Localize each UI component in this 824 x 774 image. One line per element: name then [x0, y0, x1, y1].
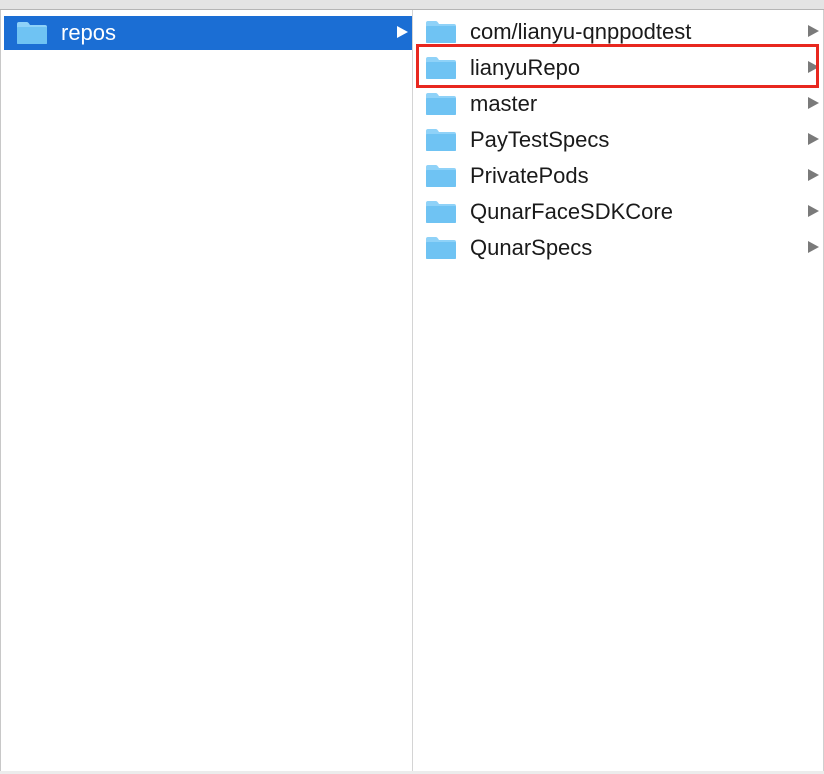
- disclosure-arrow-icon: [808, 241, 819, 253]
- folder-icon: [426, 201, 456, 223]
- folder-icon: [426, 93, 456, 115]
- folder-label: lianyuRepo: [470, 55, 581, 80]
- disclosure-arrow-icon: [808, 25, 819, 37]
- folder-label: com/lianyu-qnppodtest: [470, 19, 692, 44]
- disclosure-arrow-icon: [808, 169, 819, 181]
- disclosure-arrow-icon: [808, 61, 819, 73]
- folder-icon: [17, 22, 47, 44]
- disclosure-arrow-icon: [397, 26, 408, 38]
- folder-row-lianyurepo[interactable]: lianyuRepo: [413, 51, 823, 85]
- folder-row-paytestspecs[interactable]: PayTestSpecs: [413, 123, 823, 157]
- disclosure-arrow-icon: [808, 97, 819, 109]
- folder-label: QunarFaceSDKCore: [470, 199, 673, 224]
- folder-row-com-lianyu-qnppodtest[interactable]: com/lianyu-qnppodtest: [413, 15, 823, 49]
- column-2[interactable]: com/lianyu-qnppodtest lianyuRepo master: [413, 10, 824, 774]
- column-1[interactable]: repos: [0, 10, 413, 774]
- window-top-edge: [0, 0, 824, 10]
- disclosure-arrow-icon: [808, 205, 819, 217]
- folder-icon: [426, 57, 456, 79]
- folder-row-qunarfacesdkcore[interactable]: QunarFaceSDKCore: [413, 195, 823, 229]
- folder-row-qunarspecs[interactable]: QunarSpecs: [413, 231, 823, 265]
- folder-label: repos: [61, 20, 117, 45]
- folder-icon: [426, 129, 456, 151]
- folder-label: PayTestSpecs: [470, 127, 610, 152]
- folder-row-master[interactable]: master: [413, 87, 823, 121]
- folder-label: PrivatePods: [470, 163, 589, 188]
- folder-label: QunarSpecs: [470, 235, 593, 260]
- folder-label: master: [470, 91, 538, 116]
- folder-icon: [426, 165, 456, 187]
- finder-column-view: repos com/lianyu-qnppodtest lianyuRepo m…: [0, 0, 824, 774]
- folder-row-privatepods[interactable]: PrivatePods: [413, 159, 823, 193]
- folder-icon: [426, 237, 456, 259]
- folder-icon: [426, 21, 456, 43]
- disclosure-arrow-icon: [808, 133, 819, 145]
- folder-row-repos[interactable]: repos: [4, 16, 412, 50]
